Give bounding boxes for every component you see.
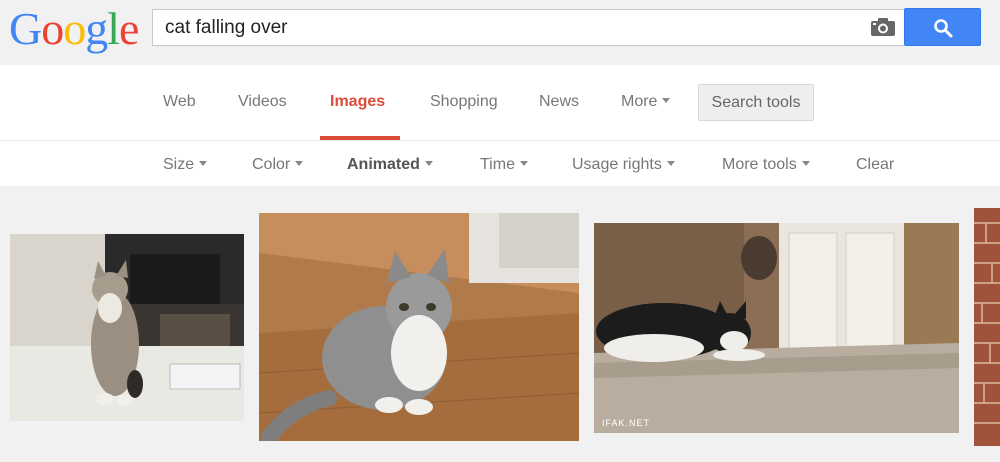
result-image-4[interactable] bbox=[974, 208, 1000, 446]
search-input[interactable] bbox=[165, 17, 855, 39]
result-image-1[interactable] bbox=[10, 234, 244, 421]
logo-letter: g bbox=[85, 3, 108, 54]
search-tabs: Web Videos Images Shopping News More bbox=[0, 65, 1000, 141]
active-tab-indicator bbox=[320, 136, 400, 140]
caret-down-icon bbox=[662, 98, 671, 104]
header-bar: Google bbox=[0, 0, 1000, 65]
tool-usage-rights-label: Usage rights bbox=[572, 156, 662, 173]
tool-more-tools-label: More tools bbox=[722, 156, 797, 173]
tool-usage-rights[interactable]: Usage rights bbox=[572, 156, 675, 174]
result-image-3[interactable]: IFAK.NET bbox=[594, 223, 959, 433]
tab-videos[interactable]: Videos bbox=[238, 93, 287, 111]
logo-letter: o bbox=[63, 3, 86, 54]
google-logo[interactable]: Google bbox=[9, 3, 139, 54]
camera-icon[interactable] bbox=[870, 17, 896, 39]
tool-animated[interactable]: Animated bbox=[347, 156, 433, 174]
tab-images[interactable]: Images bbox=[330, 93, 385, 111]
logo-letter: G bbox=[9, 3, 42, 54]
tab-more[interactable]: More bbox=[621, 93, 671, 111]
tool-animated-label: Animated bbox=[347, 156, 420, 173]
search-box bbox=[152, 9, 904, 46]
logo-letter: e bbox=[119, 3, 139, 54]
search-button[interactable] bbox=[904, 8, 981, 46]
tool-more-tools[interactable]: More tools bbox=[722, 156, 810, 174]
tab-web[interactable]: Web bbox=[163, 93, 196, 111]
caret-down-icon bbox=[295, 161, 304, 167]
tool-color-label: Color bbox=[252, 156, 291, 173]
caret-down-icon bbox=[519, 161, 528, 167]
tool-time[interactable]: Time bbox=[480, 156, 528, 174]
search-tools-button[interactable]: Search tools bbox=[698, 84, 814, 121]
image-results: IFAK.NET bbox=[0, 186, 1000, 462]
caret-down-icon bbox=[199, 161, 208, 167]
tool-size-label: Size bbox=[163, 156, 195, 173]
logo-letter: o bbox=[41, 3, 64, 54]
caret-down-icon bbox=[666, 161, 675, 167]
tab-news[interactable]: News bbox=[539, 93, 579, 111]
magnifier-icon bbox=[934, 19, 953, 38]
tool-size[interactable]: Size bbox=[163, 156, 208, 174]
result-image-2[interactable] bbox=[259, 213, 579, 441]
tool-clear[interactable]: Clear bbox=[856, 156, 894, 174]
tool-time-label: Time bbox=[480, 156, 515, 173]
tab-more-label: More bbox=[621, 93, 658, 110]
caret-down-icon bbox=[424, 161, 433, 167]
tool-color[interactable]: Color bbox=[252, 156, 304, 174]
watermark-text: IFAK.NET bbox=[602, 418, 650, 428]
logo-letter: l bbox=[107, 3, 120, 54]
tools-bar: Size Color Animated Time Usage rights Mo… bbox=[0, 142, 1000, 186]
caret-down-icon bbox=[801, 161, 810, 167]
tab-shopping[interactable]: Shopping bbox=[430, 93, 498, 111]
